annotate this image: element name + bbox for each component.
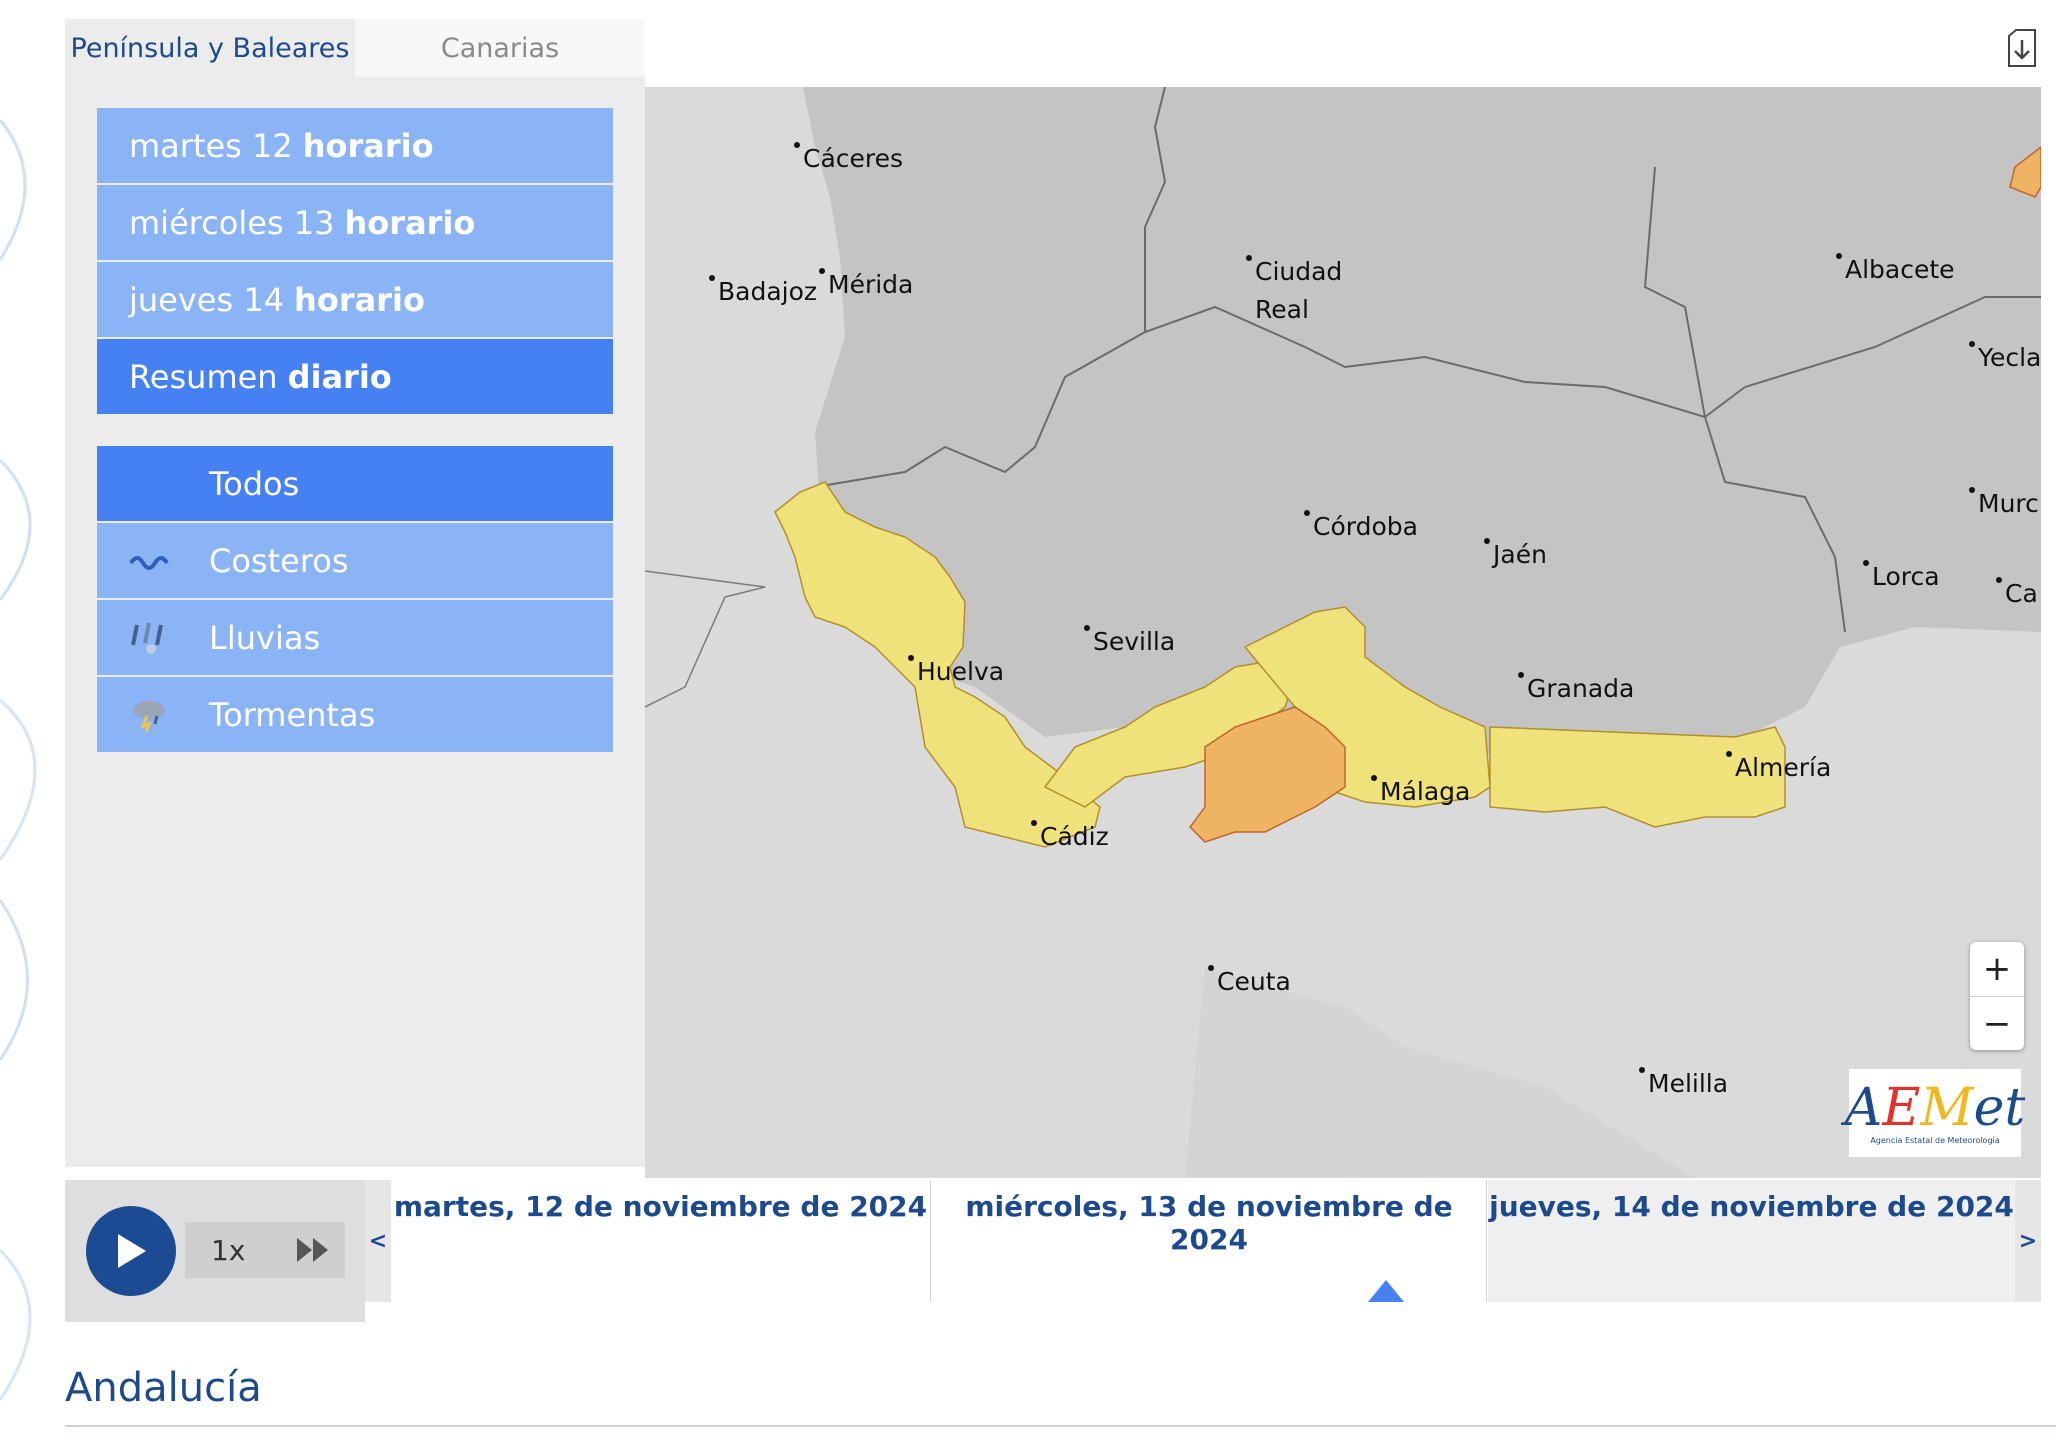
download-icon[interactable] (2006, 28, 2038, 68)
rain-icon (129, 618, 177, 658)
filter-label: Tormentas (209, 695, 376, 734)
city-label: Cáceres (803, 144, 904, 173)
city-label: Yecla (1969, 341, 2041, 372)
city-label: Cádiz (1031, 820, 1109, 851)
tab-peninsula-baleares[interactable]: Península y Baleares (65, 19, 355, 77)
city-label: Ca (2005, 579, 2038, 608)
day-label: martes 12 (129, 126, 293, 165)
city-label: Badajoz (709, 275, 818, 306)
timeline-day[interactable]: martes, 12 de noviembre de 2024 (391, 1180, 931, 1302)
day-mode: horario (294, 280, 425, 319)
city-label: Ciudad (1246, 255, 1343, 286)
fast-forward-icon[interactable] (295, 1236, 331, 1264)
heading-divider (65, 1425, 2056, 1427)
coastal-waves-icon (129, 541, 177, 581)
timeline-next-button[interactable]: > (2015, 1180, 2041, 1302)
city-label: Granada (1527, 674, 1635, 703)
filter-todos[interactable]: Todos (97, 446, 613, 521)
storm-icon (129, 695, 177, 735)
selected-day-marker (1368, 1280, 1404, 1302)
city-label: Málaga (1380, 777, 1471, 806)
speed-control: 1x (185, 1222, 345, 1278)
all-icon (129, 464, 177, 504)
city-label: Jaén (1484, 538, 1547, 569)
warnings-map[interactable]: Cáceres Badajoz Mérida Ciudad Real Albac… (645, 87, 2041, 1178)
day-label: miércoles 13 (129, 203, 335, 242)
region-tabs: Península y Baleares Canarias (65, 19, 645, 77)
city-label: Almería (1726, 751, 1832, 782)
animation-player: 1x (65, 1180, 365, 1322)
day-label: jueves 14 (129, 280, 285, 319)
city-label: Mérida (819, 268, 914, 299)
day-menu: martes 12 horario miércoles 13 horario jue… (97, 108, 613, 416)
logo-subtitle: Agencia Estatal de Meteorología (1870, 1135, 2000, 1145)
filter-costeros[interactable]: Costeros (97, 523, 613, 598)
city-label: Ceuta (1217, 967, 1291, 996)
day-mode: horario (344, 203, 476, 242)
filter-menu: Todos Costeros Lluvias Tormentas (97, 446, 613, 754)
timeline-prev-button[interactable]: < (365, 1180, 391, 1302)
day-item-martes[interactable]: martes 12 horario (97, 108, 613, 183)
city-label: Málaga (1371, 775, 1471, 806)
city-label: Murci (1969, 487, 2041, 518)
city-label: Huelva (908, 655, 1005, 686)
city-label: Melilla (1639, 1067, 1729, 1098)
speed-label[interactable]: 1x (211, 1234, 245, 1267)
city-label: Sevilla (1084, 625, 1176, 656)
play-icon (118, 1234, 146, 1268)
filter-tormentas[interactable]: Tormentas (97, 677, 613, 752)
city-label: Cáceres (794, 142, 904, 173)
day-mode: diario (287, 357, 392, 396)
city-label: Ciudad (1255, 257, 1343, 286)
city-label: Ceuta (1208, 965, 1291, 996)
region-heading: Andalucía (65, 1365, 262, 1411)
day-label: Resumen (129, 357, 278, 396)
city-label: Mérida (828, 270, 914, 299)
zoom-out-button[interactable]: − (1970, 996, 2024, 1051)
city-label: Murci (1978, 489, 2041, 518)
date-timeline: < martes, 12 de noviembre de 2024 miérco… (365, 1180, 2041, 1302)
city-label: Lorca (1872, 562, 1940, 591)
day-mode: horario (302, 126, 434, 165)
city-label: Yecla (1978, 343, 2041, 372)
city-label: Córdoba (1304, 510, 1418, 541)
filter-label: Todos (209, 464, 300, 503)
day-item-miercoles[interactable]: miércoles 13 horario (97, 185, 613, 260)
logo-mark: AEMet (1844, 1077, 2026, 1138)
city-label: Almería (1735, 753, 1832, 782)
city-label: Lorca (1863, 560, 1940, 591)
city-label: Jaén (1493, 540, 1547, 569)
play-button[interactable] (86, 1206, 176, 1296)
filter-label: Lluvias (209, 618, 321, 657)
left-panel: martes 12 horario miércoles 13 horario jue… (65, 77, 645, 1167)
city-label: Huelva (917, 657, 1005, 686)
map-canvas (645, 87, 2041, 1178)
aemet-logo: AEMet Agencia Estatal de Meteorología (1845, 1069, 2025, 1157)
day-item-jueves[interactable]: jueves 14 horario (97, 262, 613, 337)
city-label: Ca (1996, 577, 2038, 608)
background-decoration (0, 119, 37, 1401)
city-label: Córdoba (1313, 512, 1418, 541)
day-item-resumen-diario[interactable]: Resumen diario (97, 339, 613, 414)
city-label: Granada (1518, 672, 1635, 703)
city-label: Albacete (1845, 255, 1955, 284)
city-label: Albacete (1836, 253, 1955, 284)
city-label: Melilla (1648, 1069, 1729, 1098)
city-label: Cádiz (1040, 822, 1109, 851)
filter-label: Costeros (209, 541, 349, 580)
city-label: Badajoz (718, 277, 818, 306)
city-label: Real (1255, 295, 1309, 324)
zoom-controls: + − (1970, 942, 2024, 1050)
tab-canarias[interactable]: Canarias (355, 19, 645, 77)
city-label: Real (1255, 295, 1309, 324)
timeline-day-selected[interactable]: jueves, 14 de noviembre de 2024 (1488, 1180, 2015, 1302)
filter-lluvias[interactable]: Lluvias (97, 600, 613, 675)
zoom-in-button[interactable]: + (1970, 942, 2024, 996)
city-label: Sevilla (1093, 627, 1176, 656)
